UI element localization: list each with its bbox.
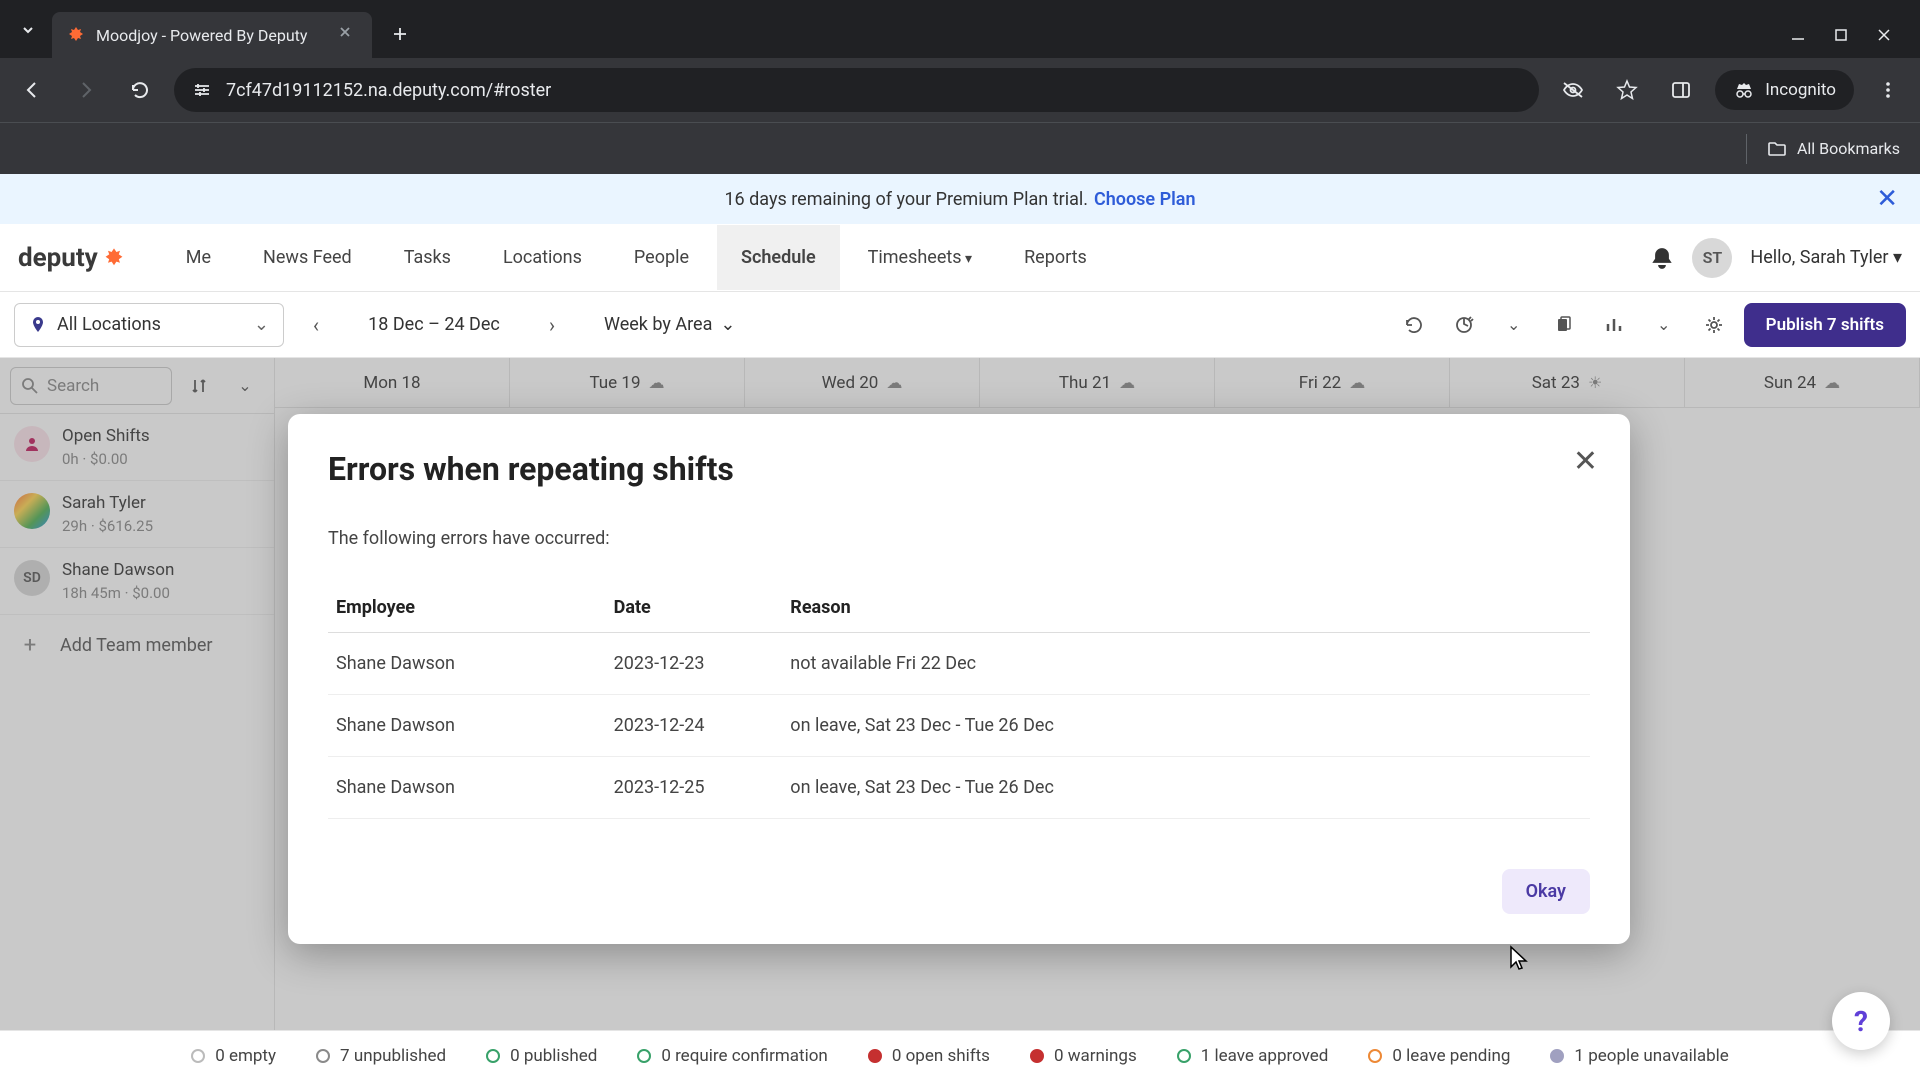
status-item: 1 people unavailable bbox=[1550, 1046, 1728, 1066]
side-panel-icon[interactable] bbox=[1661, 70, 1701, 110]
status-item: 0 leave pending bbox=[1368, 1046, 1510, 1066]
nav-schedule[interactable]: Schedule bbox=[717, 225, 840, 290]
app-header: deputy Me News Feed Tasks Locations Peop… bbox=[0, 224, 1920, 292]
col-employee: Employee bbox=[328, 583, 606, 633]
modal-title: Errors when repeating shifts bbox=[328, 450, 1590, 488]
nav-people[interactable]: People bbox=[610, 225, 713, 290]
col-date: Date bbox=[606, 583, 783, 633]
dropdown-icon[interactable]: ⌄ bbox=[1644, 305, 1684, 345]
view-label: Week by Area bbox=[604, 314, 712, 335]
all-bookmarks-button[interactable]: All Bookmarks bbox=[1767, 139, 1900, 159]
minimize-button[interactable] bbox=[1790, 27, 1806, 43]
modal-close-icon[interactable]: ✕ bbox=[1573, 444, 1598, 479]
deputy-favicon-icon bbox=[66, 25, 86, 45]
browser-tab[interactable]: Moodjoy - Powered By Deputy bbox=[52, 12, 372, 58]
chevron-down-icon: ⌄ bbox=[254, 314, 269, 335]
nav-timesheets[interactable]: Timesheets bbox=[844, 225, 996, 290]
location-pin-icon bbox=[29, 316, 47, 334]
settings-icon[interactable] bbox=[1694, 305, 1734, 345]
errors-modal: Errors when repeating shifts ✕ The follo… bbox=[288, 414, 1630, 944]
table-row: Shane Dawson2023-12-25on leave, Sat 23 D… bbox=[328, 757, 1590, 819]
publish-button[interactable]: Publish 7 shifts bbox=[1744, 303, 1906, 347]
close-window-button[interactable] bbox=[1876, 27, 1892, 43]
dropdown-icon[interactable]: ⌄ bbox=[1494, 305, 1534, 345]
trial-banner: 16 days remaining of your Premium Plan t… bbox=[0, 174, 1920, 224]
okay-button[interactable]: Okay bbox=[1502, 869, 1590, 914]
nav-reports[interactable]: Reports bbox=[1000, 225, 1111, 290]
table-row: Shane Dawson2023-12-23not available Fri … bbox=[328, 633, 1590, 695]
nav-locations[interactable]: Locations bbox=[479, 225, 606, 290]
maximize-button[interactable] bbox=[1834, 28, 1848, 42]
banner-close-icon[interactable]: ✕ bbox=[1876, 184, 1898, 214]
copy-icon[interactable] bbox=[1544, 305, 1584, 345]
schedule-toolbar: All Locations ⌄ ‹ 18 Dec – 24 Dec › Week… bbox=[0, 292, 1920, 358]
status-item: 1 leave approved bbox=[1177, 1046, 1329, 1066]
folder-icon bbox=[1767, 139, 1787, 159]
bookmarks-label: All Bookmarks bbox=[1797, 139, 1900, 158]
status-item: 0 open shifts bbox=[868, 1046, 990, 1066]
trial-text: 16 days remaining of your Premium Plan t… bbox=[724, 189, 1088, 210]
choose-plan-link[interactable]: Choose Plan bbox=[1094, 189, 1196, 210]
modal-subtitle: The following errors have occurred: bbox=[328, 528, 1590, 549]
auto-schedule-icon[interactable] bbox=[1444, 305, 1484, 345]
incognito-indicator[interactable]: Incognito bbox=[1715, 70, 1854, 110]
date-range-label[interactable]: 18 Dec – 24 Dec bbox=[354, 314, 514, 335]
prev-week-button[interactable]: ‹ bbox=[298, 307, 334, 343]
site-settings-icon[interactable] bbox=[192, 80, 212, 100]
notifications-icon[interactable] bbox=[1650, 246, 1674, 270]
tab-title: Moodjoy - Powered By Deputy bbox=[96, 26, 328, 45]
user-avatar[interactable]: ST bbox=[1692, 238, 1732, 278]
status-item: 0 warnings bbox=[1030, 1046, 1137, 1066]
reload-button[interactable] bbox=[120, 70, 160, 110]
tab-close-icon[interactable] bbox=[338, 25, 358, 45]
status-item: 7 unpublished bbox=[316, 1046, 446, 1066]
nav-tasks[interactable]: Tasks bbox=[380, 225, 475, 290]
location-dropdown[interactable]: All Locations ⌄ bbox=[14, 303, 284, 347]
refresh-icon[interactable] bbox=[1394, 305, 1434, 345]
bookmark-star-icon[interactable] bbox=[1607, 70, 1647, 110]
help-button[interactable]: ? bbox=[1832, 992, 1890, 1050]
logo-star-icon bbox=[102, 246, 126, 270]
browser-tab-strip: Moodjoy - Powered By Deputy bbox=[0, 0, 1920, 58]
status-item: 0 published bbox=[486, 1046, 597, 1066]
status-item: 0 empty bbox=[191, 1046, 276, 1066]
next-week-button[interactable]: › bbox=[534, 307, 570, 343]
view-dropdown[interactable]: Week by Area ⌄ bbox=[604, 314, 735, 335]
errors-table: Employee Date Reason Shane Dawson2023-12… bbox=[328, 583, 1590, 819]
incognito-label: Incognito bbox=[1765, 80, 1836, 100]
new-tab-button[interactable] bbox=[382, 16, 418, 52]
browser-toolbar: 7cf47d19112152.na.deputy.com/#roster Inc… bbox=[0, 58, 1920, 122]
browser-menu-icon[interactable] bbox=[1868, 70, 1908, 110]
address-bar[interactable]: 7cf47d19112152.na.deputy.com/#roster bbox=[174, 68, 1539, 112]
app-root: 16 days remaining of your Premium Plan t… bbox=[0, 174, 1920, 1080]
nav-me[interactable]: Me bbox=[162, 225, 235, 290]
logo-text: deputy bbox=[18, 243, 98, 273]
location-label: All Locations bbox=[57, 314, 161, 335]
incognito-hat-icon bbox=[1733, 79, 1755, 101]
stats-icon[interactable] bbox=[1594, 305, 1634, 345]
url-text: 7cf47d19112152.na.deputy.com/#roster bbox=[226, 80, 551, 101]
nav-news-feed[interactable]: News Feed bbox=[239, 225, 376, 290]
status-bar: 0 empty 7 unpublished 0 published 0 require… bbox=[0, 1030, 1920, 1080]
deputy-logo[interactable]: deputy bbox=[18, 243, 126, 273]
forward-button[interactable] bbox=[66, 70, 106, 110]
back-button[interactable] bbox=[12, 70, 52, 110]
bookmarks-bar: All Bookmarks bbox=[0, 122, 1920, 174]
chevron-down-icon: ⌄ bbox=[720, 314, 735, 335]
tab-search-dropdown[interactable] bbox=[10, 12, 46, 48]
user-greeting[interactable]: Hello, Sarah Tyler ▾ bbox=[1750, 247, 1902, 268]
status-item: 0 require confirmation bbox=[637, 1046, 828, 1066]
table-row: Shane Dawson2023-12-24on leave, Sat 23 D… bbox=[328, 695, 1590, 757]
col-reason: Reason bbox=[782, 583, 1590, 633]
incognito-eye-icon[interactable] bbox=[1553, 70, 1593, 110]
